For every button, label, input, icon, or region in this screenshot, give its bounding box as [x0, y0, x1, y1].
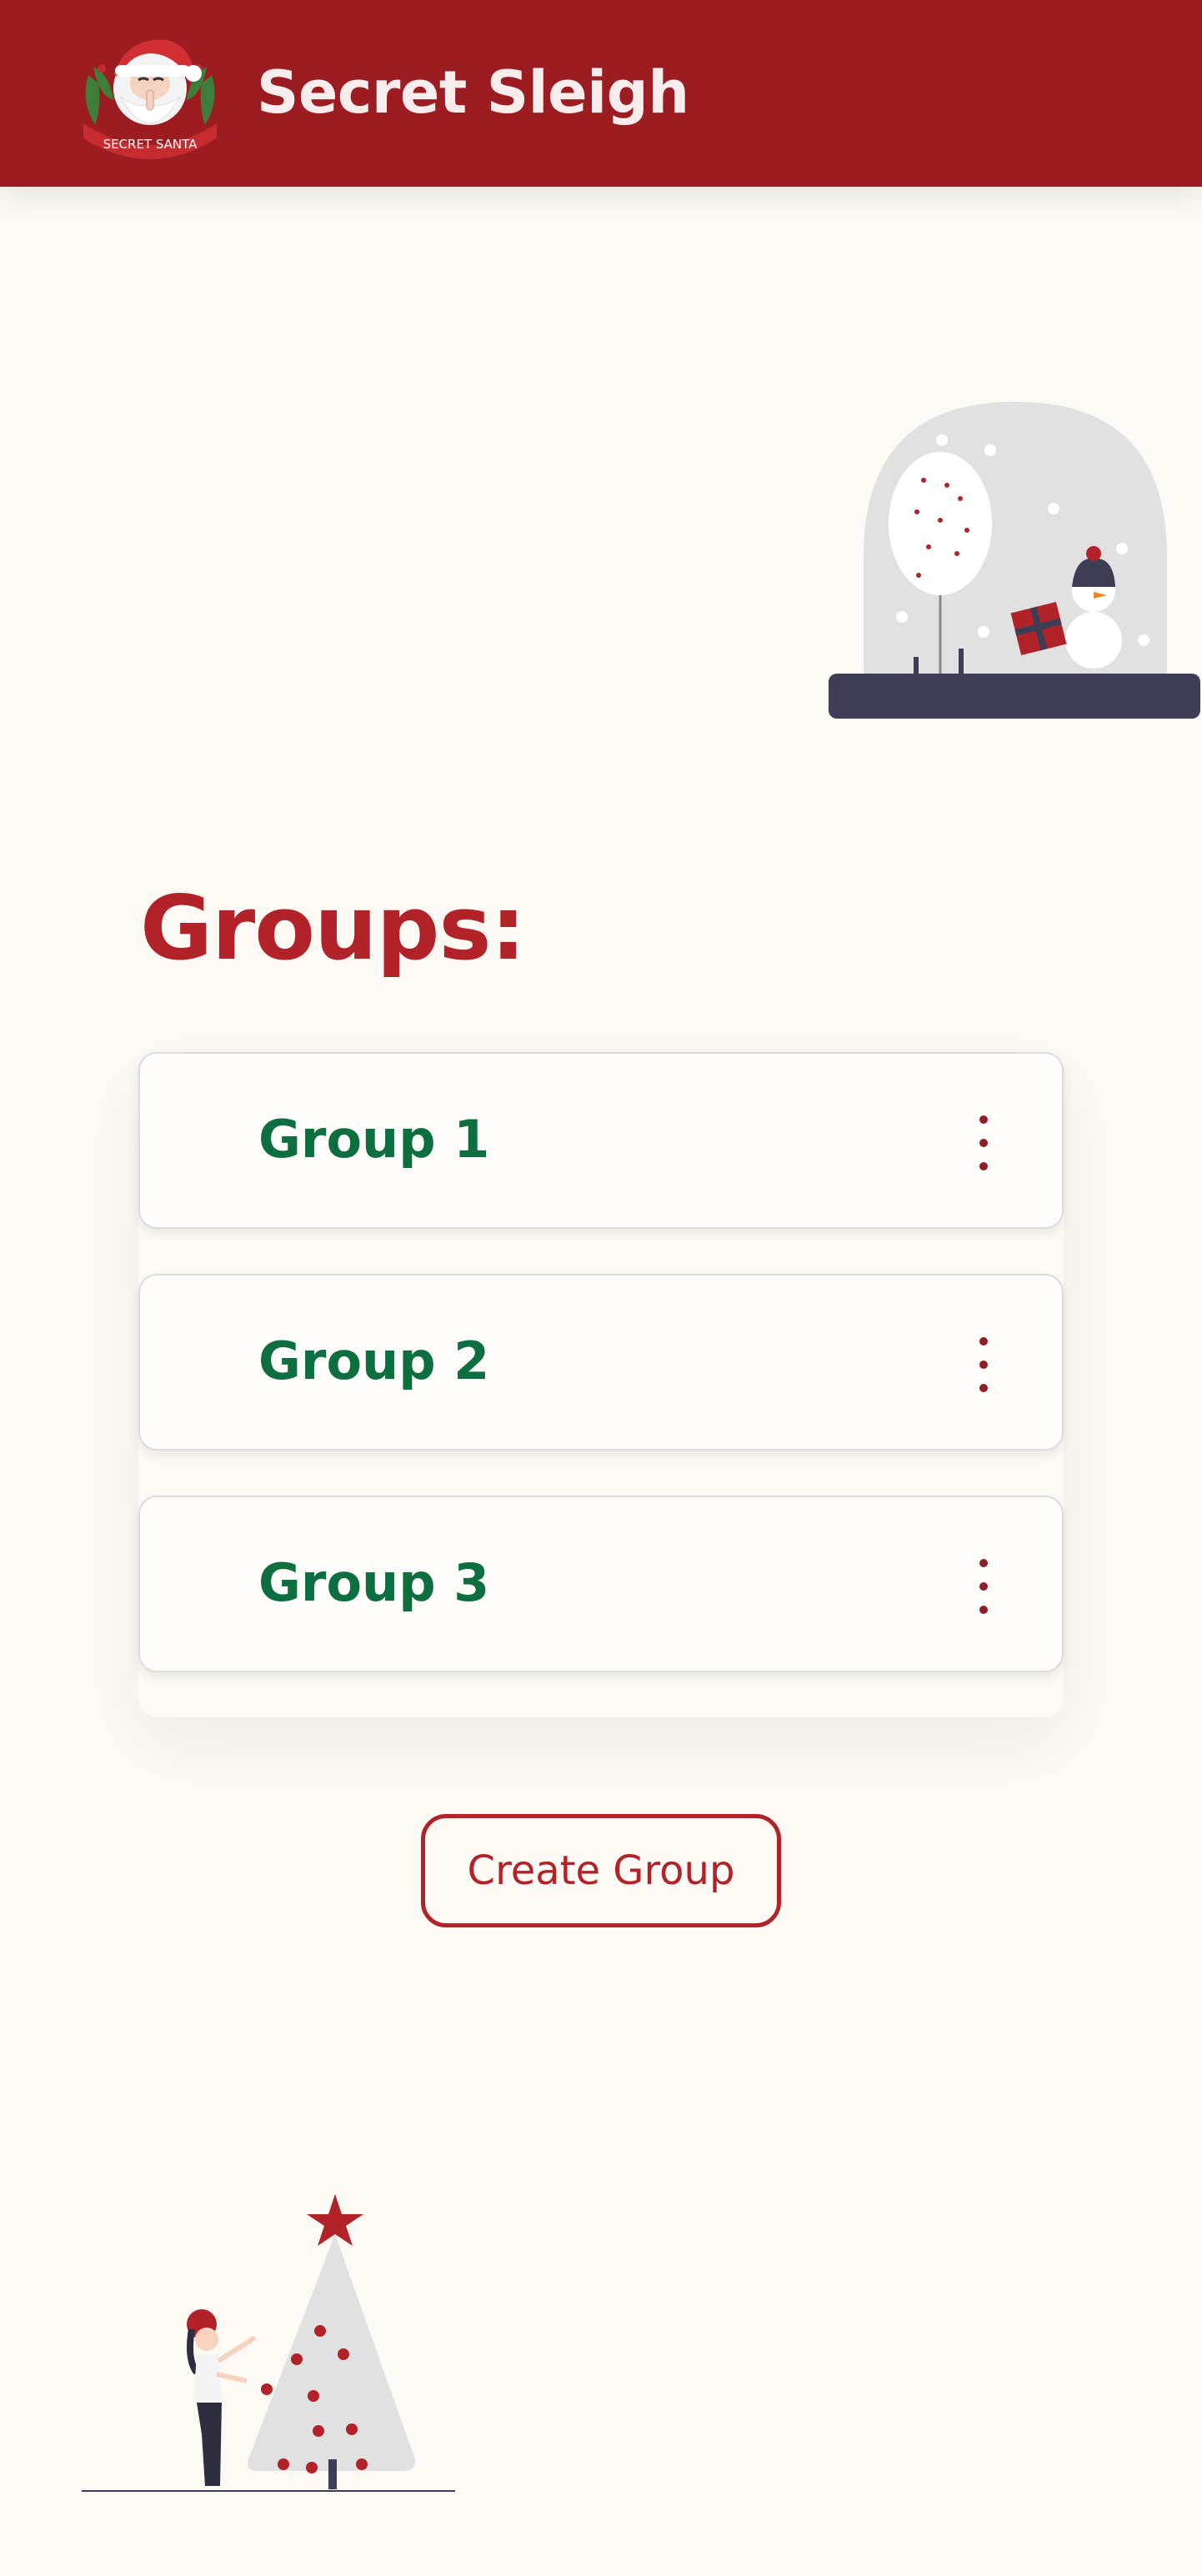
create-group-button[interactable]: Create Group — [421, 1814, 781, 1927]
app-title: Secret Sleigh — [257, 58, 689, 127]
groups-list: Group 1 Group 2 Group 3 — [138, 1052, 1064, 1717]
group-card[interactable]: Group 3 — [138, 1496, 1064, 1672]
christmas-tree-illustration — [82, 2194, 455, 2492]
group-name: Group 3 — [258, 1552, 490, 1613]
more-vertical-icon[interactable] — [972, 1559, 995, 1614]
more-vertical-icon[interactable] — [972, 1115, 995, 1170]
group-name: Group 2 — [258, 1331, 490, 1391]
santa-logo[interactable]: SECRET SANTA — [77, 25, 223, 165]
svg-text:SECRET SANTA: SECRET SANTA — [103, 137, 198, 152]
page-title: Groups: — [140, 877, 526, 980]
snow-globe-illustration — [829, 402, 1200, 719]
app-header: SECRET SANTA Secret Sleigh — [0, 0, 1202, 187]
more-vertical-icon[interactable] — [972, 1337, 995, 1392]
group-card[interactable]: Group 1 — [138, 1052, 1064, 1229]
group-card[interactable]: Group 2 — [138, 1274, 1064, 1451]
group-name: Group 1 — [258, 1109, 490, 1170]
